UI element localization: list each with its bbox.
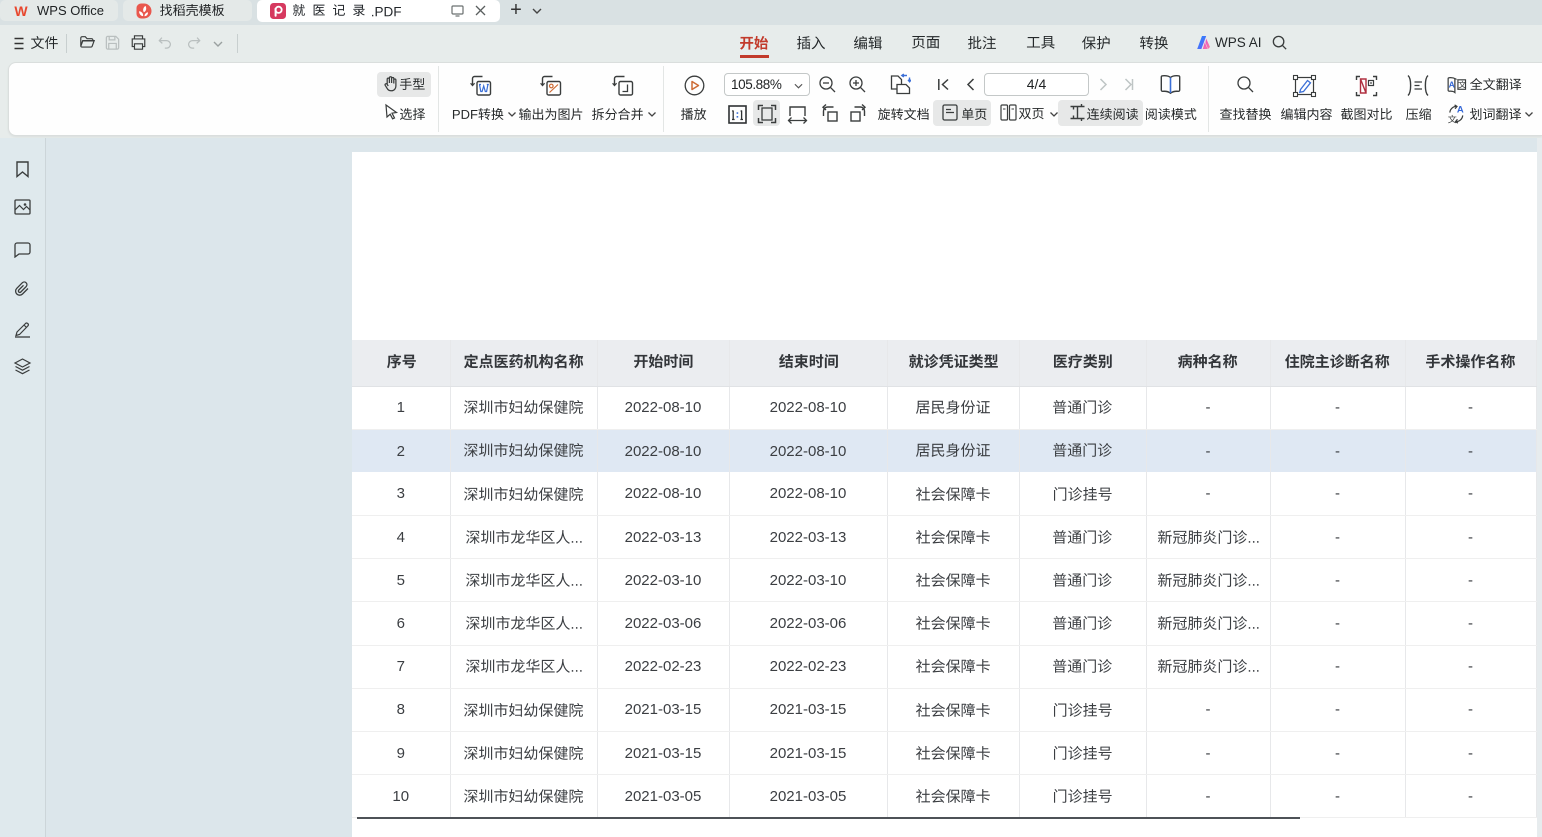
svg-text:A: A	[1449, 79, 1455, 89]
svg-text:A: A	[1457, 105, 1464, 116]
svg-text:W: W	[14, 3, 28, 19]
